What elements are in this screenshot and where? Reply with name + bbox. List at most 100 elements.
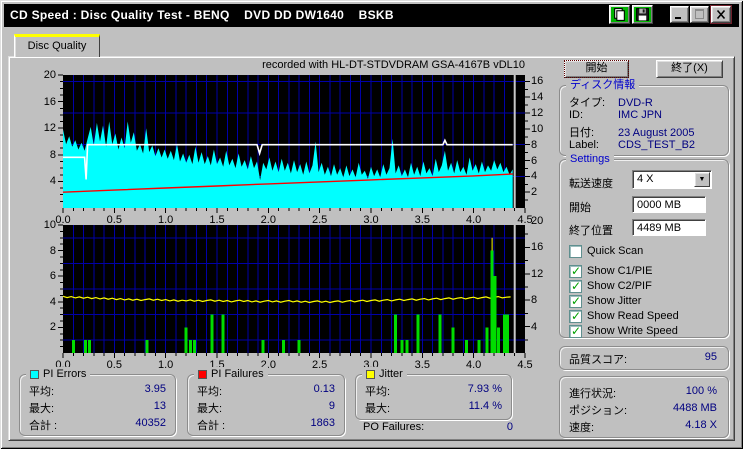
checked-checkbox-icon[interactable] [569,294,582,308]
stat-row: 最大: 9 [197,400,335,415]
checkbox-label: Show C1/PIE [587,265,653,277]
disc-info-row: タイプ: DVD-R [569,97,653,109]
checkbox-show-read-speed[interactable]: Show Read Speed [569,309,679,323]
axis-tick-label: 4 [531,170,538,183]
axis-tick-label: 4 [49,295,56,308]
disc-info-title: ディスク情報 [566,78,640,92]
minimize-icon [675,17,681,19]
pi-errors-color-swatch [30,369,39,379]
exit-button[interactable]: 終了(X) [656,60,723,78]
stat-group-title: Jitter [362,367,407,381]
axis-tick-label: 2 [49,321,56,334]
checkbox-label: Quick Scan [587,245,644,257]
unchecked-checkbox-icon[interactable] [569,244,582,258]
close-button[interactable] [710,5,732,24]
axis-tick-label: 4.5 [517,359,533,371]
axis-tick-label: 12 [531,267,544,280]
pi-failures-jitter-chart: 0.0 0.5 1.0 1.5 2.0 2.5 3.0 3.5 4.0 4.5 2 4 6 8 10 4 8 12… [44,216,544,373]
disc-info-row: ID: IMC JPN [569,109,662,121]
checked-checkbox-icon[interactable] [569,324,582,338]
pi-failures-color-swatch [198,369,207,379]
quality-score-label: 品質スコア: [569,354,628,366]
quality-score-row: 品質スコア: 95 [569,351,717,367]
minimize-button[interactable] [670,6,689,23]
stat-group-title: PI Failures [194,367,268,381]
tab-label: Disc Quality [27,40,87,52]
start-button[interactable]: 開始 [564,60,629,78]
copy-icon [614,8,625,21]
axis-tick-label: 2.5 [312,359,328,371]
axis-tick-label: 12 [43,122,56,135]
end-position-field[interactable]: 4489 MB [632,219,706,236]
axis-tick-label: 10 [43,219,56,231]
stat-row: 合計 :40352 [29,417,166,432]
start-position-field[interactable]: 0000 MB [632,196,706,213]
speed-combobox[interactable]: 4 X [632,170,712,189]
checkbox-show-jitter[interactable]: Show Jitter [569,294,641,308]
axis-tick-label: 8 [49,148,56,161]
save-button[interactable] [632,5,653,24]
end-position-label: 終了位置 [569,225,613,237]
checkbox-show-write-speed[interactable]: Show Write Speed [569,324,678,338]
disc-info-row: Label: CDS_TEST_B2 [569,139,696,151]
progress-group: 進行状況: 100 % ポジション: 4488 MB 速度: 4.18 X [559,376,729,438]
pi-failures-stats-group: PI Failures 平均: 0.13 最大: 9 合計 :1863 [187,367,345,436]
chevron-down-icon[interactable] [694,172,710,187]
po-failures-value: 0 [506,421,513,433]
axis-tick-label: 16 [531,75,544,88]
copy-to-clipboard-button[interactable] [609,5,630,24]
progress-row: ポジション: 4488 MB [569,402,717,417]
stat-row: 平均: 0.13 [197,383,335,398]
axis-tick-label: 8 [531,138,538,151]
axis-tick-label: 20 [531,215,544,228]
axis-tick-label: 12 [531,107,544,119]
axis-tick-label: 16 [43,95,56,108]
transfer-speed-label: 転送速度 [569,178,613,190]
stat-row: 最大: 13 [29,400,166,415]
axis-tick-label: 10 [531,122,544,135]
po-failures-row: PO Failures: 0 [363,421,513,433]
po-failures-label: PO Failures: [363,421,425,433]
axis-tick-label: 8 [531,294,538,307]
checked-checkbox-icon[interactable] [569,309,582,323]
checkbox-label: Show Write Speed [587,325,678,337]
quality-score-value: 95 [704,351,717,363]
checkbox-label: Show Jitter [587,295,642,307]
quality-score-group: 品質スコア: 95 [559,346,729,370]
stat-row: 平均: 7.93 % [365,383,502,398]
axis-tick-label: 4 [49,175,56,188]
progress-row: 速度: 4.18 X [569,419,717,434]
jitter-stats-group: Jitter 平均: 7.93 % 最大: 11.4 % [355,367,512,420]
checkbox-quick-scan[interactable]: Quick Scan [569,244,643,258]
stat-row: 合計 :1863 [197,417,335,432]
axis-tick-label: 14 [531,91,544,104]
maximize-icon [695,9,704,19]
exit-button-label: 終了(X) [671,62,708,74]
checkbox-show-c2-pif[interactable]: Show C2/PIF [569,279,652,293]
pi-errors-chart: 0.0 0.5 1.0 1.5 2.0 2.5 3.0 3.5 4.0 4.5 4 8 12 16 20 2 4… [44,68,544,228]
checked-checkbox-icon[interactable] [569,279,582,293]
settings-title: Settings [566,152,614,166]
tab-disc-quality[interactable]: Disc Quality [14,34,100,57]
axis-tick-label: 4.0 [466,359,482,371]
axis-tick-label: 16 [531,241,544,254]
axis-tick-label: 3.5 [414,359,430,371]
floppy-save-icon [636,8,649,21]
checked-checkbox-icon[interactable] [569,264,582,278]
speed-combobox-value: 4 X [637,173,654,185]
axis-tick-label: 1.0 [158,359,174,371]
close-icon [716,9,726,20]
axis-tick-label: 8 [49,244,56,257]
jitter-color-swatch [366,369,375,379]
checkbox-show-c1-pie[interactable]: Show C1/PIE [569,264,652,278]
main-panel: recorded with HL-DT-STDVDRAM GSA-4167B v… [8,56,735,441]
maximize-button[interactable] [690,6,709,23]
axis-tick-label: 6 [49,270,56,283]
stat-group-title: PI Errors [26,367,91,381]
axis-tick-label: 2 [531,186,538,199]
axis-tick-label: 20 [43,69,56,81]
start-button-label: 開始 [585,62,608,74]
checkbox-label: Show Read Speed [587,310,679,322]
axis-tick-label: 4 [531,320,538,333]
axis-tick-label: 6 [531,154,538,167]
